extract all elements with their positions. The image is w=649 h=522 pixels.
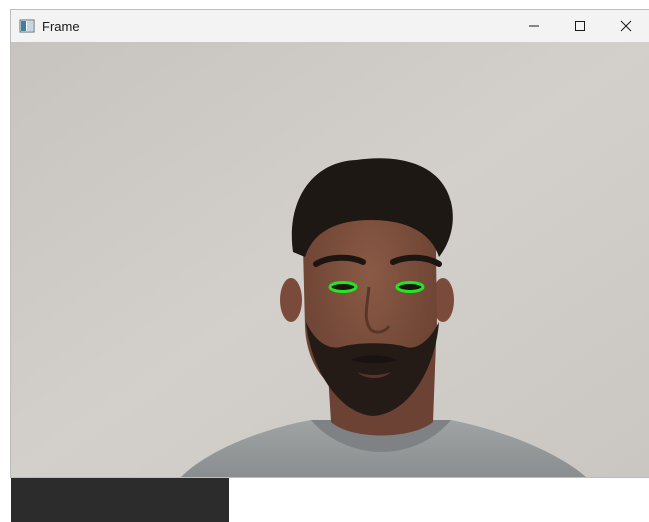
video-feed xyxy=(11,42,649,477)
close-button[interactable] xyxy=(603,10,649,42)
minimize-button[interactable] xyxy=(511,10,557,42)
left-ear xyxy=(280,278,302,322)
maximize-button[interactable] xyxy=(557,10,603,42)
taskbar-fragment xyxy=(11,478,229,522)
window-controls xyxy=(511,10,649,42)
title-bar[interactable]: Frame xyxy=(11,10,649,42)
webcam-frame xyxy=(11,42,649,477)
left-eye-contour xyxy=(328,281,358,293)
right-eye-contour xyxy=(395,281,425,293)
maximize-icon xyxy=(575,21,585,31)
window-title: Frame xyxy=(42,18,80,34)
app-window-icon xyxy=(19,18,35,34)
minimize-icon xyxy=(529,25,539,27)
frame-window: Frame xyxy=(11,10,649,477)
close-icon xyxy=(620,20,632,32)
desktop: Frame xyxy=(0,0,649,522)
